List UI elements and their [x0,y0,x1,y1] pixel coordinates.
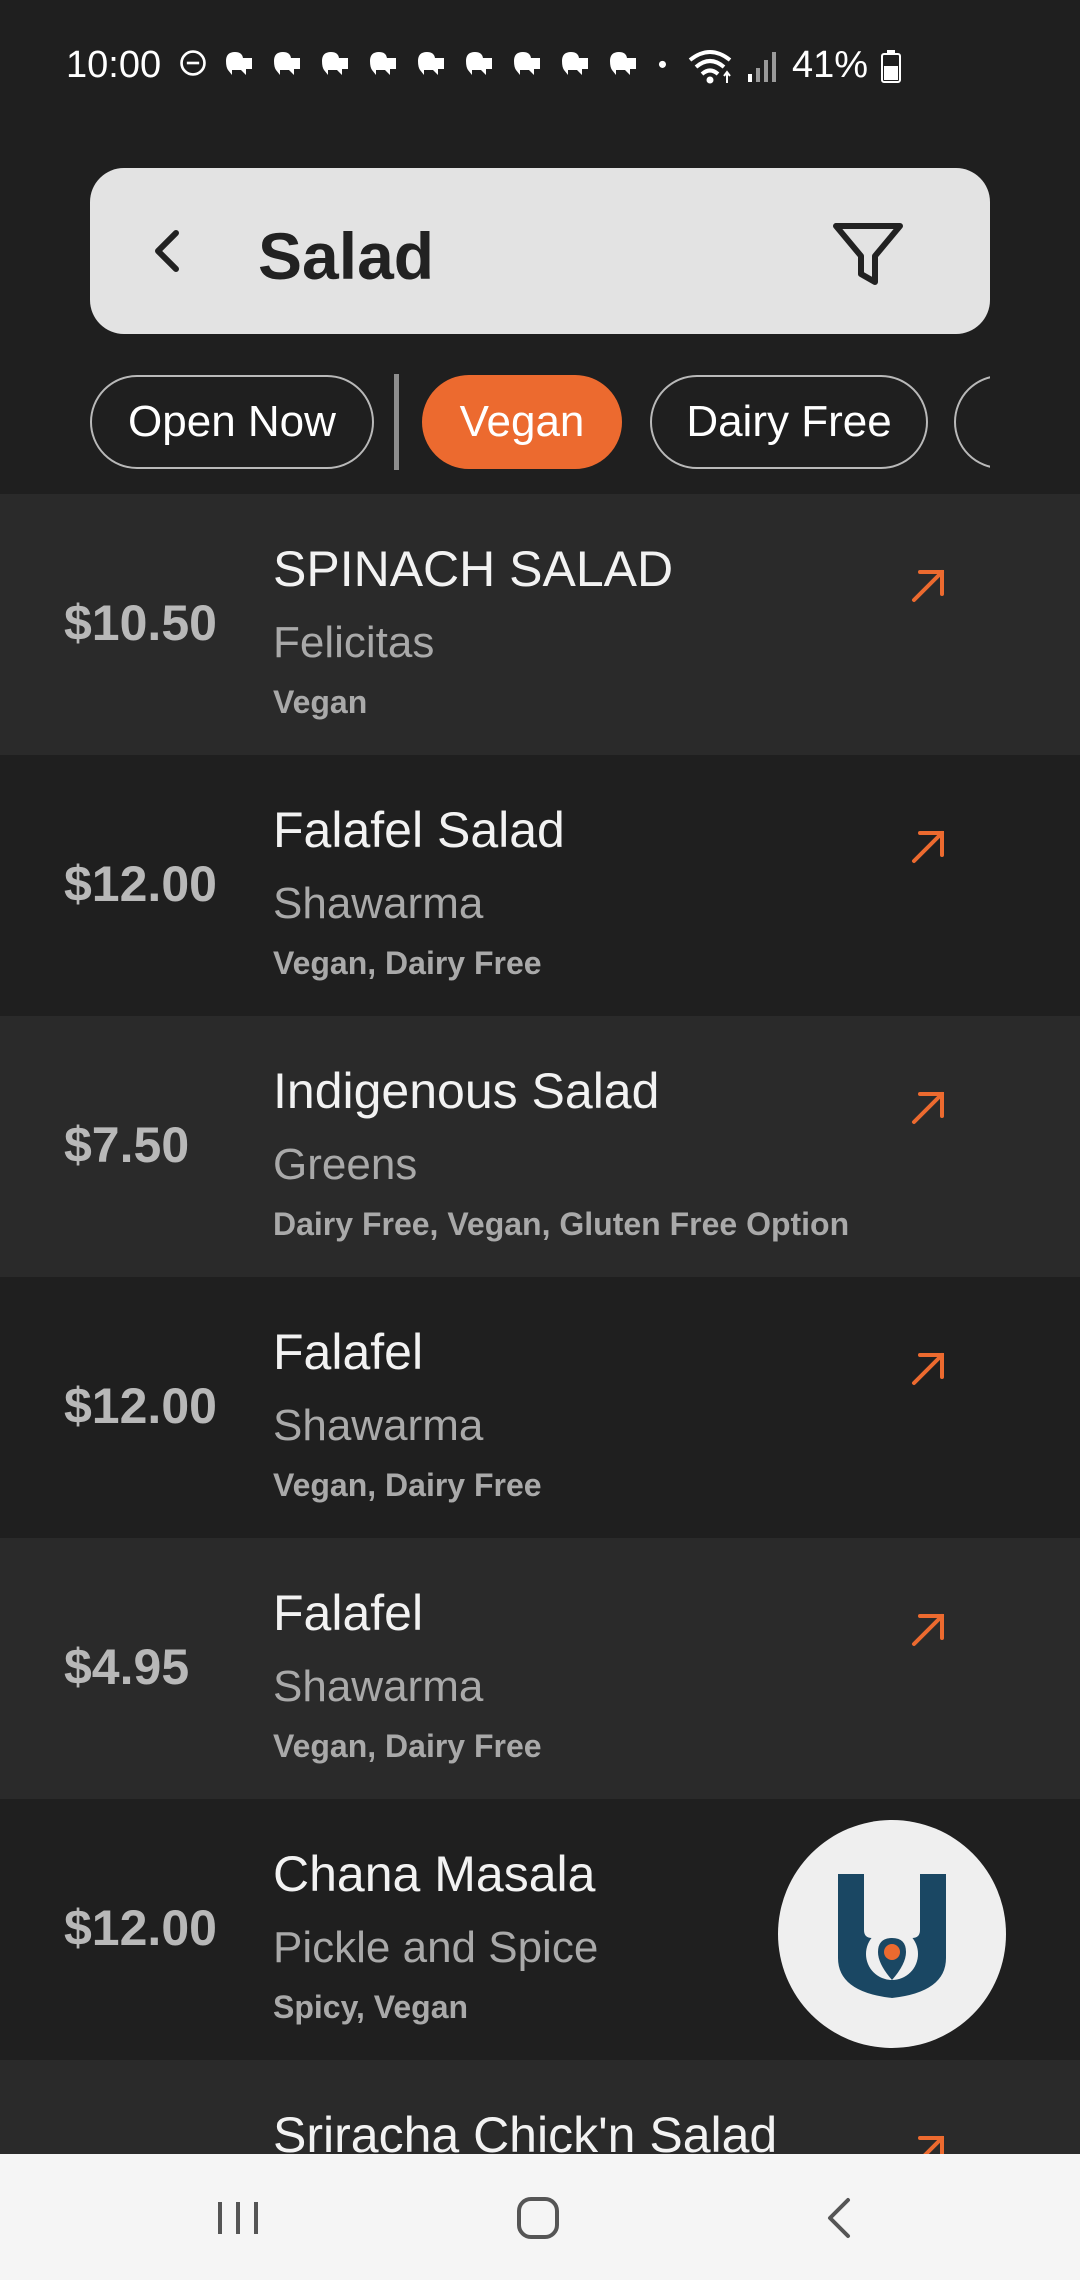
system-nav-bar [0,2154,1080,2280]
notification-icon [610,52,636,75]
arrow-up-right-icon[interactable] [906,1606,952,1652]
chip-divider [394,374,399,470]
battery-icon [881,49,901,83]
notification-icon [418,52,444,75]
status-bar: 10:00 41% [0,0,1080,136]
more-notifications-dot-icon [658,60,666,68]
item-price: $7.50 [64,1117,190,1173]
list-item[interactable]: $12.00 Falafel Salad Shawarma Vegan, Dai… [0,755,1080,1016]
item-price: $12.00 [64,1378,217,1434]
list-item[interactable]: $12.00 Falafel Shawarma Vegan, Dairy Fre… [0,1277,1080,1538]
app-logo-button[interactable] [778,1820,1006,2048]
notification-icons [178,48,678,78]
item-restaurant: Shawarma [273,1401,484,1450]
list-item[interactable]: Sriracha Chick'n Salad [0,2060,1080,2154]
chip-more[interactable] [954,375,990,469]
notification-icon [466,52,492,75]
notification-icon [370,52,396,75]
filter-button[interactable] [828,214,908,294]
item-name: SPINACH SALAD [273,541,674,597]
notification-icon [562,52,588,75]
item-price: $4.95 [64,1639,190,1695]
arrow-up-right-icon[interactable] [906,562,952,608]
list-item[interactable]: $7.50 Indigenous Salad Greens Dairy Free… [0,1016,1080,1277]
filter-icon [833,223,903,285]
wifi-icon [688,49,732,83]
item-name: Indigenous Salad [273,1063,660,1119]
chip-label: Vegan [459,397,585,446]
item-restaurant: Felicitas [273,618,435,667]
do-not-disturb-icon [180,50,206,76]
item-restaurant: Pickle and Spice [273,1923,599,1972]
item-price: $10.50 [64,595,217,651]
chip-vegan[interactable]: Vegan [422,375,622,469]
back-button[interactable] [130,211,210,291]
chip-open-now[interactable]: Open Now [90,375,374,469]
recent-apps-icon[interactable] [206,2186,270,2250]
notification-icon [226,52,252,75]
item-price: $12.00 [64,856,217,912]
list-item[interactable]: $4.95 Falafel Shawarma Vegan, Dairy Free [0,1538,1080,1799]
item-restaurant: Shawarma [273,879,484,928]
item-restaurant: Greens [273,1140,418,1189]
item-tags: Dairy Free, Vegan, Gluten Free Option [273,1206,850,1242]
arrow-up-right-icon[interactable] [906,1084,952,1130]
item-name: Chana Masala [273,1846,596,1902]
filter-chips: Open Now Vegan Dairy Free [90,374,990,472]
notification-icon [322,52,348,75]
item-tags: Vegan, Dairy Free [273,1728,542,1764]
item-price: $12.00 [64,1900,217,1956]
home-icon[interactable] [506,2186,570,2250]
status-indicators: 41% [686,44,902,87]
search-query-title[interactable]: Salad [258,218,434,294]
item-restaurant: Shawarma [273,1662,484,1711]
item-name: Sriracha Chick'n Salad [273,2107,778,2154]
battery-percentage: 41% [791,44,868,86]
search-header: Salad [90,168,990,334]
notification-icon [514,52,540,75]
item-name: Falafel Salad [273,802,565,858]
arrow-up-right-icon[interactable] [906,2128,952,2154]
notification-icon [274,52,300,75]
chevron-left-icon [155,230,179,272]
chip-label: Dairy Free [686,397,892,446]
arrow-up-right-icon[interactable] [906,1345,952,1391]
item-tags: Vegan, Dairy Free [273,945,542,981]
item-tags: Vegan, Dairy Free [273,1467,542,1503]
item-name: Falafel [273,1324,424,1380]
item-name: Falafel [273,1585,424,1641]
chip-dairy-free[interactable]: Dairy Free [650,375,928,469]
arrow-up-right-icon[interactable] [906,823,952,869]
nav-back-icon[interactable] [808,2186,872,2250]
chip-label: Open Now [128,397,336,446]
signal-icon [747,51,776,82]
item-tags: Spicy, Vegan [273,1989,469,2025]
app-logo-icon [838,1874,946,1998]
list-item[interactable]: $10.50 SPINACH SALAD Felicitas Vegan [0,494,1080,755]
item-tags: Vegan [273,684,368,720]
status-time: 10:00 [66,44,162,86]
